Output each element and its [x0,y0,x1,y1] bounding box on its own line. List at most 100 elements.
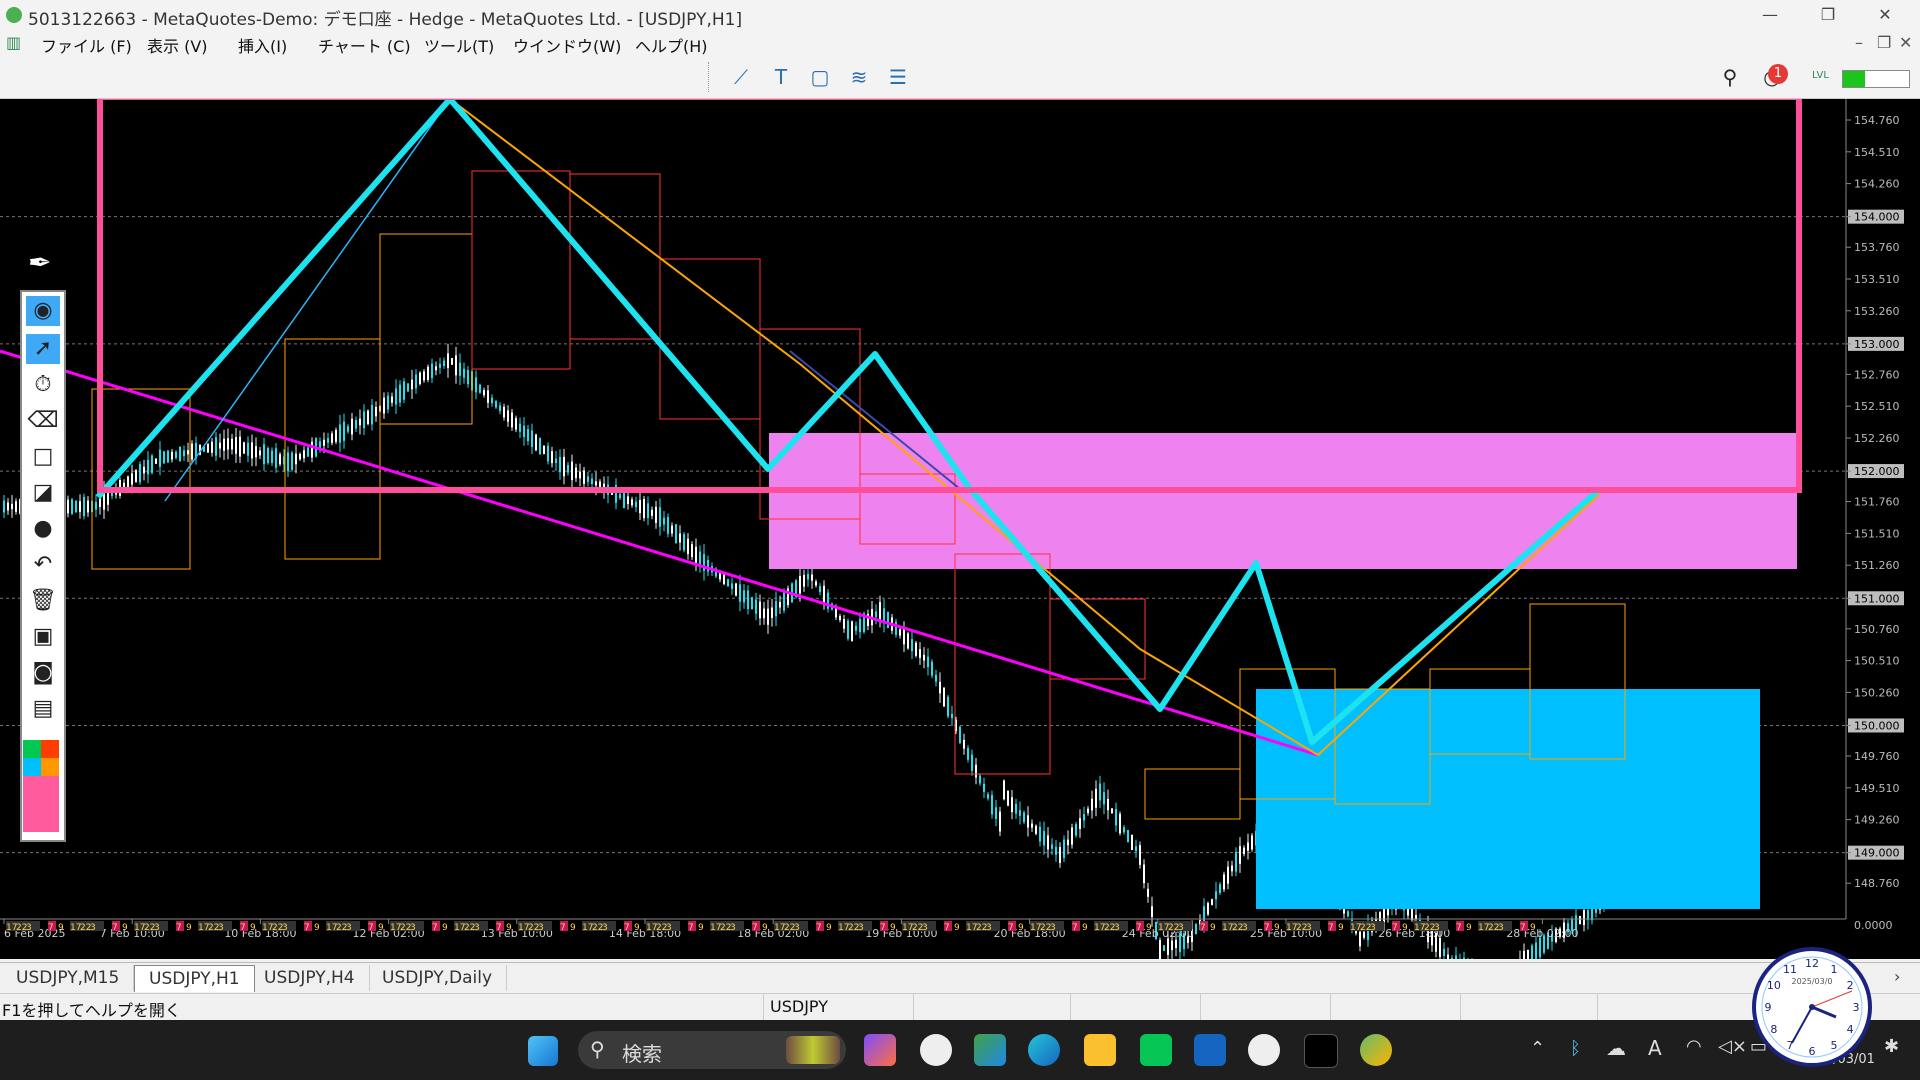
menu-view[interactable]: 表示 (V) [147,33,208,57]
candle-body [1439,937,1441,957]
outlook-icon[interactable] [1194,1034,1226,1066]
menu-window[interactable]: ウインドウ(W) [513,33,621,57]
ime-icon[interactable]: A [1648,1036,1662,1060]
color-swatch-pink[interactable] [23,776,59,832]
candle-body [407,383,409,392]
xm-app-icon[interactable] [1304,1034,1338,1068]
candle-body [3,500,5,513]
line-app-icon[interactable] [1140,1034,1172,1066]
visibility-eye-icon[interactable]: ◉ [26,296,60,326]
fibonacci-levels-icon[interactable]: ☰ [884,64,912,90]
tab-usdjpy-daily[interactable]: USDJPY,Daily [368,965,508,991]
candle-body [415,374,417,389]
wifi-icon[interactable]: ◠ [1686,1036,1702,1057]
notification-center-icon[interactable]: ✱ [1884,1036,1899,1057]
tips-icon[interactable] [1248,1034,1280,1066]
color-swatch-red[interactable] [41,740,59,758]
candle-body [1079,818,1081,829]
trash-icon[interactable]: 🗑 [26,586,60,616]
candle-body [391,396,393,403]
windows-start-icon[interactable] [528,1036,558,1066]
candle-body [371,404,373,425]
tray-chevron-icon[interactable]: ⌃ [1530,1038,1545,1059]
volume-icon[interactable]: ◁× [1718,1036,1747,1057]
clock-app-icon[interactable] [920,1034,952,1066]
candle-body [667,517,669,534]
dot-icon[interactable]: ● [26,514,60,544]
tab-usdjpy-h4[interactable]: USDJPY,H4 [250,965,370,991]
menu-chart[interactable]: チャート (C) [318,33,411,57]
candle-body [895,621,897,635]
color-swatch-orange[interactable] [41,758,59,776]
candle-body [1527,949,1529,959]
fibonacci-tool-icon[interactable]: ≋ [845,64,873,90]
candle-body [399,384,401,403]
chart-tabs: USDJPY,M15 USDJPY,H1 USDJPY,H4 USDJPY,Da… [0,962,1920,993]
eraser-icon[interactable]: ⌫ [26,406,60,436]
rectangle-icon[interactable]: □ [26,442,60,472]
session-strip-label: 7 [1264,923,1270,933]
text-tool-icon[interactable]: T [767,64,795,90]
candle-body [743,590,745,603]
child-close-button[interactable]: ✕ [1899,33,1912,52]
undo-icon[interactable]: ↶ [26,550,60,580]
session-strip-label: 9 [570,923,576,933]
blue-trendline [164,99,451,502]
taskbar-search[interactable]: ⚲ 検索 [578,1031,846,1069]
toolbar-grip [708,62,711,92]
child-minimize-button[interactable]: – [1855,33,1863,52]
rectangle-tool-icon[interactable]: ▢ [806,64,834,90]
candle-body [1047,835,1049,850]
trendline-tool-icon[interactable]: ⟋ [727,64,755,90]
session-strip-label: 7 [1328,923,1334,933]
candle-body [1135,846,1137,852]
tabs-scroll-right-icon[interactable]: › [1894,967,1900,986]
cursor-arrow-icon[interactable]: ➚ [26,334,60,364]
camera-icon[interactable]: ◙ [26,658,60,688]
minimize-button[interactable]: — [1747,0,1793,30]
candle-body [487,390,489,403]
search-icon[interactable]: ⚲ [1716,64,1744,90]
store-icon[interactable] [974,1034,1006,1066]
session-strip-label: 9 [186,923,192,933]
candle-body [307,447,309,457]
search-icon: ⚲ [590,1037,605,1061]
session-strip-label: 7 [1072,923,1078,933]
candle-body [75,500,77,513]
price-chart[interactable]: 154.760 154.510 154.260 154.000 153.760 153.5… [0,99,1920,959]
candle-body [975,764,977,778]
monitor-icon[interactable]: ▣ [26,622,60,652]
menu-file[interactable]: ファイル (F) [41,33,132,57]
clipboard-icon[interactable]: ▤ [26,694,60,724]
edge-browser-icon[interactable] [1028,1034,1060,1066]
ruler-icon[interactable]: ◪ [26,478,60,508]
session-strip-label: 3 [538,923,544,933]
stopwatch-icon[interactable]: ⏱ [26,370,60,400]
candle-body [87,500,89,513]
tab-usdjpy-m15[interactable]: USDJPY,M15 [2,965,135,991]
color-swatch-green[interactable] [23,740,41,758]
session-strip-label: 3 [986,923,992,933]
tab-usdjpy-h1[interactable]: USDJPY,H1 [134,965,255,992]
candle-body [739,584,741,602]
maximize-button[interactable]: ❐ [1805,0,1851,30]
candle-body [1091,798,1093,811]
menu-tools[interactable]: ツール(T) [424,33,494,57]
menu-insert[interactable]: 挿入(I) [238,33,287,57]
session-strip-label: 7 [496,923,502,933]
copilot-icon[interactable] [864,1034,896,1066]
color-swatch-cyan[interactable] [23,758,41,776]
metatrader-taskbar-icon[interactable] [1360,1034,1392,1066]
session-strip-label: 7 [1136,923,1142,933]
menu-help[interactable]: ヘルプ(H) [635,33,708,57]
chart-menu-icon[interactable]: ▥ [6,33,21,52]
cloud-icon[interactable]: ☁ [1606,1036,1626,1060]
candle-body [935,674,937,682]
candle-body [1039,826,1041,842]
child-restore-button[interactable]: ❐ [1877,33,1891,52]
bluetooth-icon[interactable]: ᛒ [1570,1038,1581,1059]
close-button[interactable]: ✕ [1862,0,1908,30]
chart-canvas[interactable]: 154.760 154.510 154.260 154.000 153.760 153.5… [0,99,1920,959]
file-explorer-icon[interactable] [1084,1034,1116,1066]
pen-tool-icon[interactable]: ✒ [28,246,51,279]
